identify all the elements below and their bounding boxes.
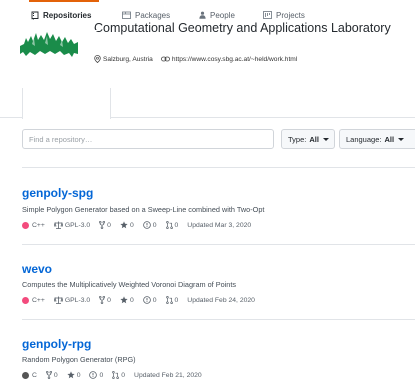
org-location-text: Salzburg, Austria	[103, 55, 153, 63]
tab-people-label: People	[210, 10, 235, 20]
issue-icon	[142, 296, 151, 304]
repo-issues[interactable]: 0	[142, 221, 157, 229]
type-filter-value: All	[309, 134, 319, 144]
repo-language-label: C++	[32, 221, 45, 229]
location-icon	[94, 55, 101, 63]
repo-updated: Updated Feb 24, 2020	[187, 296, 255, 304]
repo-license: GPL-3.0	[53, 221, 91, 229]
repo-meta: C 0 0 0 0 Updated Feb 21, 2020	[22, 371, 211, 379]
repo-stars[interactable]: 0	[67, 371, 81, 379]
repo-language: C++	[22, 221, 45, 229]
type-filter-dropdown[interactable]: Type: All	[281, 129, 335, 149]
repo-name-link[interactable]: genpoly-rpg	[22, 337, 91, 351]
repo-stars-count: 0	[129, 221, 134, 229]
repo-issues[interactable]: 0	[89, 371, 103, 379]
person-icon	[199, 11, 206, 19]
repo-language-label: C++	[32, 296, 45, 304]
tab-projects-label: Projects	[276, 10, 305, 20]
tab-repositories-label: Repositories	[43, 10, 92, 20]
repo-stars[interactable]: 0	[120, 296, 134, 304]
selected-tab-frame	[22, 88, 111, 119]
fork-icon	[99, 296, 106, 304]
type-filter-label: Type:	[288, 134, 307, 144]
repo-language: C	[22, 371, 37, 379]
repo-license: GPL-3.0	[53, 296, 91, 304]
tab-people[interactable]: People	[199, 0, 235, 30]
language-color-dot	[22, 296, 29, 304]
repo-license-label: GPL-3.0	[64, 221, 91, 229]
org-meta: Salzburg, Austria https://www.cosy.sbg.a…	[94, 55, 305, 63]
chevron-down-icon	[398, 137, 405, 141]
repo-forks-count: 0	[107, 221, 111, 229]
repo-updated: Updated Mar 3, 2020	[187, 221, 252, 229]
law-icon	[53, 296, 63, 304]
fork-icon	[99, 221, 106, 229]
language-color-dot	[22, 371, 29, 379]
repo-license-label: GPL-3.0	[64, 296, 91, 304]
language-color-dot	[22, 221, 29, 229]
repo-forks-count: 0	[107, 296, 111, 304]
find-repository-input[interactable]	[22, 129, 274, 149]
issue-icon	[89, 371, 98, 379]
filter-bar: Type: All Language: All	[0, 129, 415, 151]
repo-pulls-count: 0	[174, 221, 179, 229]
repo-pulls[interactable]: 0	[165, 221, 179, 229]
repo-issues-count: 0	[152, 296, 157, 304]
tab-packages-label: Packages	[135, 10, 171, 20]
tab-packages[interactable]: Packages	[122, 0, 170, 30]
project-icon	[263, 11, 272, 19]
language-filter-dropdown[interactable]: Language: All	[339, 129, 415, 149]
repo-forks[interactable]: 0	[45, 371, 58, 379]
law-icon	[53, 221, 63, 229]
repo-forks[interactable]: 0	[99, 221, 111, 229]
pull-request-icon	[165, 296, 173, 304]
repo-pulls-count: 0	[121, 371, 126, 379]
tab-projects[interactable]: Projects	[263, 0, 305, 30]
chevron-down-icon	[322, 137, 329, 141]
package-icon	[122, 11, 131, 19]
repo-icon	[31, 11, 39, 19]
repo-name-link[interactable]: wevo	[22, 262, 52, 276]
list-divider	[22, 167, 415, 168]
repo-name-link[interactable]: genpoly-spg	[22, 186, 93, 200]
repo-language-label: C	[32, 371, 37, 379]
pull-request-icon	[165, 221, 173, 229]
repo-issues[interactable]: 0	[142, 296, 157, 304]
repo-language: C++	[22, 296, 45, 304]
repo-issues-count: 0	[99, 371, 104, 379]
list-divider	[22, 319, 415, 320]
language-filter-label: Language:	[346, 134, 382, 144]
repo-description: Computes the Multiplicatively Weighted V…	[22, 280, 237, 289]
star-icon	[120, 296, 128, 304]
repo-forks-count: 0	[53, 371, 58, 379]
repo-issues-count: 0	[152, 221, 157, 229]
repo-forks[interactable]: 0	[99, 296, 111, 304]
tab-repositories[interactable]: Repositories	[28, 0, 101, 31]
repo-pulls[interactable]: 0	[112, 371, 125, 379]
org-website-link[interactable]: https://www.cosy.sbg.ac.at/~held/work.ht…	[172, 56, 297, 63]
link-icon	[160, 56, 170, 62]
repo-pulls[interactable]: 0	[165, 296, 179, 304]
repo-updated: Updated Feb 21, 2020	[134, 371, 202, 379]
repo-stars[interactable]: 0	[120, 221, 134, 229]
pull-request-icon	[112, 371, 120, 379]
org-website[interactable]: https://www.cosy.sbg.ac.at/~held/work.ht…	[160, 56, 297, 63]
org-location: Salzburg, Austria	[94, 55, 153, 63]
star-icon	[120, 221, 128, 229]
repo-description: Simple Polygon Generator based on a Swee…	[22, 205, 265, 214]
repo-pulls-count: 0	[174, 296, 179, 304]
issue-icon	[142, 221, 151, 229]
fork-icon	[45, 371, 52, 379]
repo-description: Random Polygon Generator (RPG)	[22, 355, 136, 364]
language-filter-value: All	[384, 134, 395, 144]
repo-meta: C++ GPL-3.0 0 0 0 0 Updated Mar 3, 2020	[22, 221, 260, 229]
repo-stars-count: 0	[129, 296, 134, 304]
repo-stars-count: 0	[76, 371, 81, 379]
repo-meta: C++ GPL-3.0 0 0 0 0 Updated Feb 24, 2020	[22, 296, 264, 304]
list-divider	[22, 244, 415, 245]
star-icon	[67, 371, 75, 379]
